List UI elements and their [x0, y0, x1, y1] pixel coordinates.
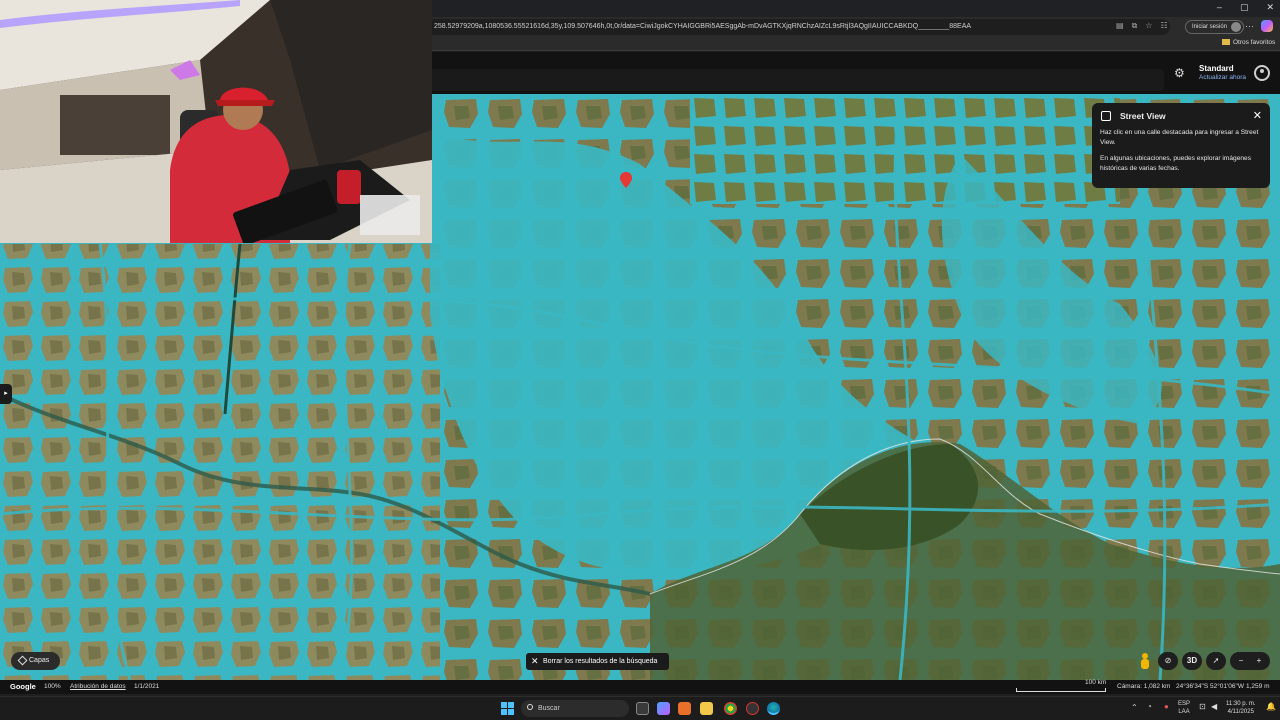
tray-overflow-icon[interactable]: ⌃	[1131, 704, 1138, 712]
reader-icon[interactable]: ▤	[1116, 21, 1124, 31]
favorite-star-icon[interactable]: ☆	[1145, 21, 1152, 31]
address-bar-icons: ▤ ⧉ ☆ ☷	[1116, 21, 1168, 31]
tray-app-icon[interactable]: ◔	[1147, 703, 1152, 711]
zoom-controls: − +	[1230, 652, 1270, 670]
window-controls: – ▢ ✕	[1217, 2, 1274, 13]
pegman-icon[interactable]	[1138, 652, 1152, 670]
street-view-title: Street View	[1120, 111, 1166, 121]
data-attribution-link[interactable]: Atribución de datos	[70, 680, 126, 694]
layers-button[interactable]: Capas	[11, 652, 60, 670]
volume-icon[interactable]: ◀	[1211, 703, 1217, 711]
street-view-text-1: Haz clic en una calle destacada para ing…	[1100, 129, 1259, 146]
clear-search-label: Borrar los resultados de la búsqueda	[543, 658, 658, 665]
hide-imagery-icon[interactable]: ⊘	[1158, 652, 1178, 670]
clock[interactable]: 11:30 p. m. 4/11/2025	[1226, 700, 1256, 716]
clock-time: 11:30 p. m.	[1226, 701, 1256, 707]
search-icon	[527, 704, 533, 710]
file-explorer-icon[interactable]	[700, 702, 713, 715]
taskbar: Buscar ⌃ ◔ ● ESP LAA ⊡ ◀ 11:30 p. m. 4/1…	[0, 696, 1280, 720]
map-status-bar: Google 100% Atribución de datos 1/1/2021…	[0, 679, 1280, 694]
notifications-icon[interactable]: 🔔	[1266, 703, 1276, 711]
extension-icon[interactable]: ⧉	[1132, 21, 1138, 31]
layers-label: Capas	[29, 657, 50, 664]
address-bar[interactable]: 258.52979209a,1080536.55521616d,35y,109.…	[426, 19, 1170, 35]
taskbar-search-label: Buscar	[538, 705, 560, 712]
street-view-text-2: En algunas ubicaciones, puedes explorar …	[1100, 155, 1252, 172]
task-view-icon[interactable]	[636, 702, 649, 715]
elevation: 1,259 m	[1246, 683, 1270, 690]
account-icon[interactable]	[1254, 65, 1270, 81]
scale-bar	[1016, 688, 1106, 692]
microphone-icon[interactable]: ●	[1164, 703, 1169, 711]
other-favorites-folder[interactable]: Otros favoritos	[1222, 39, 1275, 46]
profile-avatar-icon	[1231, 22, 1242, 32]
more-options-icon[interactable]: ···	[1245, 21, 1254, 31]
close-icon[interactable]: ✕	[1253, 109, 1262, 122]
webcam-image	[0, 0, 432, 243]
windows-start-icon[interactable]	[501, 702, 514, 715]
language-indicator[interactable]: ESP LAA	[1178, 700, 1190, 716]
other-favorites-label: Otros favoritos	[1233, 39, 1276, 46]
clock-date: 4/11/2025	[1227, 709, 1254, 715]
network-icon[interactable]: ⊡	[1199, 703, 1206, 711]
zoom-in-button[interactable]: +	[1250, 652, 1268, 670]
imagery-date: 1/1/2021	[134, 683, 160, 690]
zoom-level: 100%	[44, 683, 61, 690]
chrome-icon[interactable]	[724, 702, 737, 715]
compass-icon[interactable]: ➚	[1206, 652, 1226, 670]
webcam-overlay	[0, 0, 432, 243]
google-logo: Google	[10, 682, 36, 691]
taskbar-search-input[interactable]: Buscar	[521, 700, 629, 717]
close-icon: ✕	[531, 656, 539, 666]
layers-icon	[17, 655, 28, 666]
copilot-app-icon[interactable]	[657, 702, 670, 715]
copilot-icon[interactable]	[1261, 20, 1273, 32]
gear-icon[interactable]: ⚙	[1174, 66, 1185, 80]
zoom-out-button[interactable]: −	[1232, 652, 1250, 670]
coordinates: 24°36'34"S 52°01'06"W	[1176, 683, 1244, 690]
camera-altitude: Cámara: 1,082 km	[1117, 683, 1171, 690]
favorites-icon[interactable]: ☷	[1160, 21, 1167, 31]
obs-icon[interactable]	[746, 702, 759, 715]
expand-side-panel-button[interactable]: ▸	[0, 384, 12, 404]
screen: – ▢ ✕ 258.52979209a,1080536.55521616d,35…	[0, 0, 1280, 720]
search-input[interactable]	[430, 69, 1164, 91]
3d-button[interactable]: 3D	[1182, 652, 1202, 670]
street-view-panel: Street View ✕ Haz clic en una calle dest…	[1092, 103, 1270, 188]
minimize-button[interactable]: –	[1217, 2, 1222, 13]
plan-title: Standard	[1199, 64, 1234, 73]
edge-icon[interactable]	[767, 702, 780, 715]
language-top: ESP	[1178, 701, 1191, 707]
sign-in-button[interactable]: Iniciar sesión	[1185, 20, 1245, 34]
app-icon[interactable]	[678, 702, 691, 715]
clear-search-results-button[interactable]: ✕ Borrar los resultados de la búsqueda	[526, 653, 669, 670]
close-window-button[interactable]: ✕	[1266, 2, 1274, 13]
language-bottom: LAA	[1178, 709, 1190, 715]
folder-icon	[1222, 39, 1230, 45]
maximize-button[interactable]: ▢	[1240, 2, 1249, 13]
sign-in-label: Iniciar sesión	[1192, 24, 1228, 30]
street-view-icon	[1101, 111, 1111, 121]
upgrade-link[interactable]: Actualizar ahora	[1199, 74, 1246, 81]
